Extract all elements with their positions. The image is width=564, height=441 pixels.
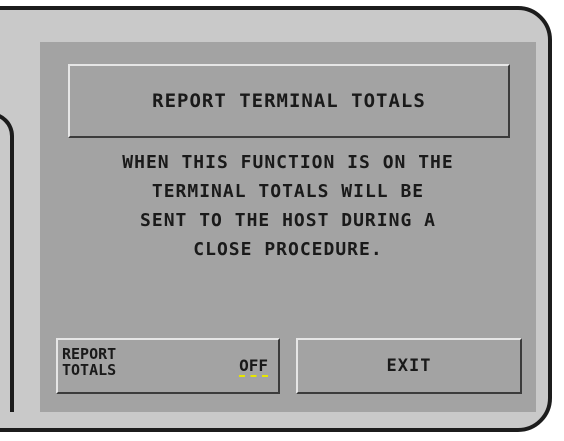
- report-totals-value: OFF: [239, 356, 268, 377]
- page-title: REPORT TERMINAL TOTALS: [152, 90, 426, 112]
- report-totals-label-line2: TOTALS: [62, 361, 117, 379]
- report-totals-toggle-button[interactable]: REPORT TOTALS OFF: [56, 338, 280, 394]
- message-line: CLOSE PROCEDURE.: [193, 239, 383, 260]
- message-line: WHEN THIS FUNCTION IS ON THE: [122, 152, 454, 173]
- title-panel: REPORT TERMINAL TOTALS: [68, 64, 510, 138]
- description-message: WHEN THIS FUNCTION IS ON THE TERMINAL TO…: [40, 148, 536, 264]
- exit-button-label: EXIT: [386, 356, 432, 376]
- message-line: TERMINAL TOTALS WILL BE: [151, 181, 425, 202]
- bezel-ledge: [0, 112, 14, 412]
- terminal-screen: REPORT TERMINAL TOTALS WHEN THIS FUNCTIO…: [40, 42, 536, 412]
- terminal-stage: REPORT TERMINAL TOTALS WHEN THIS FUNCTIO…: [0, 0, 564, 441]
- message-line: SENT TO THE HOST DURING A: [140, 210, 436, 231]
- exit-button[interactable]: EXIT: [296, 338, 522, 394]
- report-totals-label: REPORT TOTALS: [62, 346, 116, 378]
